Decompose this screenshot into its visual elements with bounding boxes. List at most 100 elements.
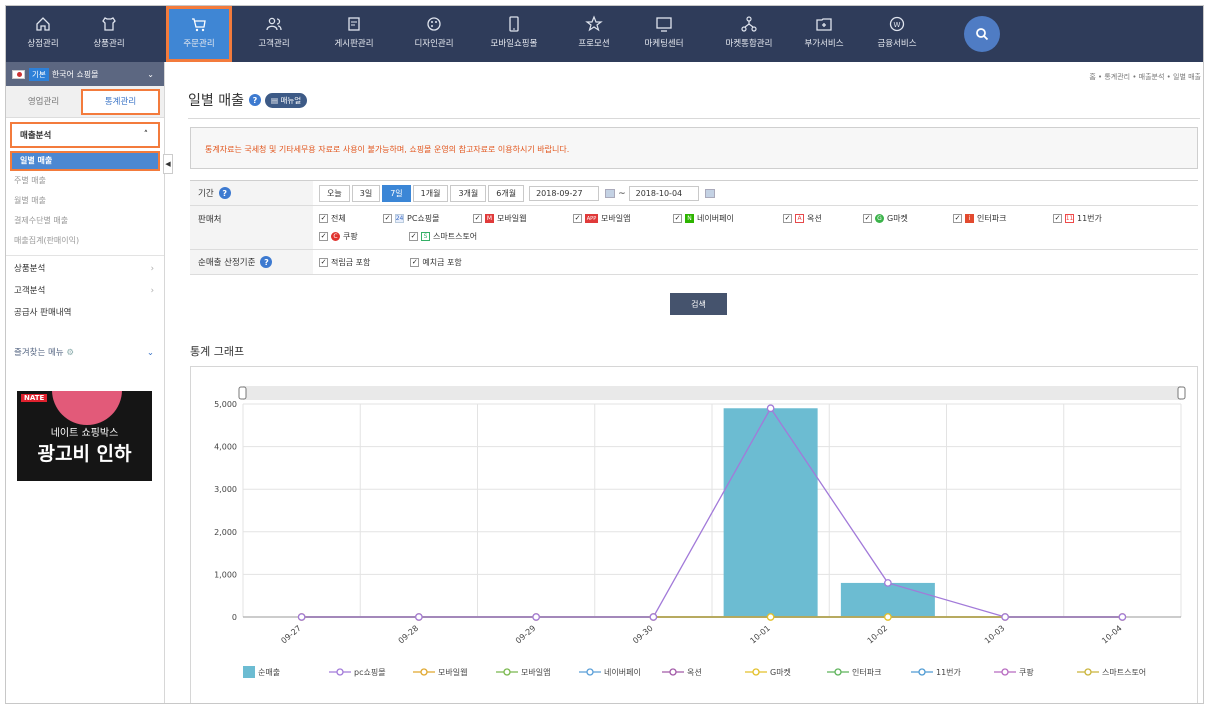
- help-icon[interactable]: ?: [260, 256, 273, 268]
- data-point[interactable]: [884, 613, 892, 621]
- bar[interactable]: [840, 582, 935, 617]
- nav-item-2[interactable]: 주문관리: [166, 6, 232, 62]
- calendar-icon[interactable]: [704, 189, 715, 198]
- date-to-input[interactable]: 2018-10-04: [628, 186, 699, 201]
- check-icon: ✓: [319, 257, 328, 267]
- data-point[interactable]: [766, 404, 775, 413]
- channel-checkbox-1[interactable]: ✓ 24 PC쇼핑몰: [383, 212, 473, 226]
- help-icon[interactable]: ?: [218, 187, 231, 199]
- nav-item-11[interactable]: W 금융서비스: [864, 6, 930, 62]
- period-button-2[interactable]: 7일: [382, 185, 411, 202]
- nav-item-5[interactable]: 디자인관리: [401, 6, 467, 62]
- legend-label[interactable]: 네이버페이: [604, 667, 641, 677]
- range-handle-left[interactable]: [238, 386, 247, 400]
- legend-label[interactable]: 순매출: [258, 667, 280, 677]
- bar[interactable]: [723, 408, 818, 617]
- nav-item-label: 디자인관리: [414, 39, 454, 49]
- sidebar-item-daily-sales[interactable]: 일별 매출: [10, 151, 160, 171]
- date-from-input[interactable]: 2018-09-27: [529, 186, 600, 201]
- nav-item-3[interactable]: 고객관리: [241, 6, 307, 62]
- legend-marker: [586, 668, 594, 676]
- y-tick-label: 0: [232, 613, 237, 622]
- channel-checkbox-2[interactable]: ✓ M 모바일웹: [473, 212, 573, 226]
- monitor-icon: [656, 17, 672, 32]
- legend-marker: [420, 668, 428, 676]
- legend-label[interactable]: 옥션: [687, 667, 702, 677]
- sidebar-item-payment-sales[interactable]: 결제수단별 매출: [6, 211, 164, 231]
- checkbox-label: 적립금 포함: [331, 257, 371, 267]
- checkbox-points[interactable]: ✓ 적립금 포함: [319, 255, 370, 269]
- search-button[interactable]: [964, 16, 1000, 52]
- ad-banner[interactable]: NATE 네이트 쇼핑박스 광고비 인하: [17, 391, 152, 481]
- nav-item-4[interactable]: 게시판관리: [321, 6, 387, 62]
- legend-label[interactable]: 쿠팡: [1019, 667, 1034, 677]
- sidebar-group-supplier-sales[interactable]: 공급사 판매내역: [6, 302, 164, 324]
- favorites-menu[interactable]: 즐겨찾는 메뉴 ⚙ ⌄: [6, 342, 164, 364]
- period-button-0[interactable]: 오늘: [319, 185, 350, 202]
- data-point[interactable]: [532, 613, 540, 621]
- legend-label[interactable]: G마켓: [770, 667, 791, 677]
- data-point[interactable]: [884, 579, 892, 587]
- legend-label[interactable]: pc쇼핑몰: [354, 667, 386, 677]
- check-icon: ✓: [783, 214, 792, 224]
- checkbox-deposit[interactable]: ✓ 예치금 포함: [410, 255, 462, 269]
- basis-row: 순매출 산정기준? ✓ 적립금 포함 ✓ 예치금 포함: [190, 250, 1198, 275]
- channel-logo-icon: S: [421, 231, 430, 241]
- period-button-5[interactable]: 6개월: [488, 185, 525, 202]
- legend-label[interactable]: 인터파크: [852, 667, 881, 677]
- channel-checkbox-9[interactable]: ✓ C 쿠팡: [319, 229, 409, 243]
- period-button-4[interactable]: 3개월: [450, 185, 487, 202]
- period-button-1[interactable]: 3일: [351, 185, 381, 202]
- help-icon[interactable]: ?: [248, 94, 261, 106]
- sidebar-group-customer-analysis[interactable]: 고객분석 ›: [6, 280, 164, 302]
- tab-statistics-management[interactable]: 통계관리: [81, 88, 160, 115]
- nav-item-label: 게시판관리: [334, 39, 374, 49]
- range-handle-right[interactable]: [1177, 386, 1186, 400]
- shop-selector[interactable]: 기본 한국어 쇼핑몰 ⌄: [6, 62, 164, 86]
- data-point[interactable]: [649, 613, 658, 621]
- nav-item-9[interactable]: 마켓통합관리: [716, 6, 782, 62]
- channel-checkbox-8[interactable]: ✓ 11 11번가: [1053, 212, 1133, 226]
- data-point[interactable]: [1118, 613, 1127, 621]
- manual-button[interactable]: ▤ 매뉴얼: [264, 92, 308, 108]
- channel-checkbox-5[interactable]: ✓ A 옥션: [783, 212, 863, 226]
- sidebar-item-weekly-sales[interactable]: 주별 매출: [6, 171, 164, 191]
- basis-label-cell: 순매출 산정기준?: [190, 250, 313, 274]
- channel-checkbox-0[interactable]: ✓ 전체: [319, 212, 383, 226]
- legend-label[interactable]: 모바일웹: [438, 667, 467, 677]
- nav-item-6[interactable]: 모바일쇼핑몰: [481, 6, 547, 62]
- sidebar-group-product-analysis[interactable]: 상품분석 ›: [6, 258, 164, 280]
- nav-item-0[interactable]: 상점관리: [10, 6, 76, 62]
- channel-checkbox-3[interactable]: ✓ APP 모바일앱: [573, 212, 673, 226]
- channel-logo-icon: 24: [395, 214, 404, 224]
- search-submit-button[interactable]: 검색: [670, 293, 727, 315]
- nav-item-10[interactable]: 부가서비스: [791, 6, 857, 62]
- data-point[interactable]: [297, 613, 306, 621]
- range-selector[interactable]: [243, 386, 1181, 400]
- data-point[interactable]: [415, 613, 423, 621]
- nav-item-1[interactable]: 상품관리: [76, 6, 142, 62]
- tab-sales-management[interactable]: 영업관리: [6, 91, 81, 113]
- sidebar-collapse-button[interactable]: ◀: [163, 154, 173, 174]
- channel-logo-icon: C: [331, 231, 340, 241]
- channel-checkbox-4[interactable]: ✓ N 네이버페이: [673, 212, 783, 226]
- legend-label[interactable]: 스마트스토어: [1102, 667, 1146, 677]
- sidebar-item-monthly-sales[interactable]: 월별 매출: [6, 191, 164, 211]
- data-point[interactable]: [1001, 613, 1009, 621]
- channel-checkbox-7[interactable]: ✓ i 인터파크: [953, 212, 1053, 226]
- legend-label[interactable]: 모바일앱: [521, 667, 550, 677]
- check-icon: ✓: [319, 214, 328, 224]
- sidebar-item-sales-summary[interactable]: 매출집계(판매이익): [6, 231, 164, 251]
- period-button-3[interactable]: 1개월: [412, 185, 449, 202]
- data-point[interactable]: [766, 613, 775, 621]
- nav-item-8[interactable]: 마케팅센터: [631, 6, 697, 62]
- y-tick-label: 3,000: [214, 485, 237, 494]
- channel-logo-icon: M: [485, 214, 494, 224]
- calendar-icon[interactable]: [605, 189, 616, 198]
- nav-item-7[interactable]: 프로모션: [561, 6, 627, 62]
- menu-section-sales-analysis[interactable]: 매출분석 ˄: [10, 122, 160, 148]
- legend-label[interactable]: 11번가: [936, 668, 962, 677]
- channel-checkbox-6[interactable]: ✓ G G마켓: [863, 212, 953, 226]
- channel-checkbox-10[interactable]: ✓ S 스마트스토어: [409, 229, 477, 243]
- nav-item-label: 모바일쇼핑몰: [490, 39, 538, 49]
